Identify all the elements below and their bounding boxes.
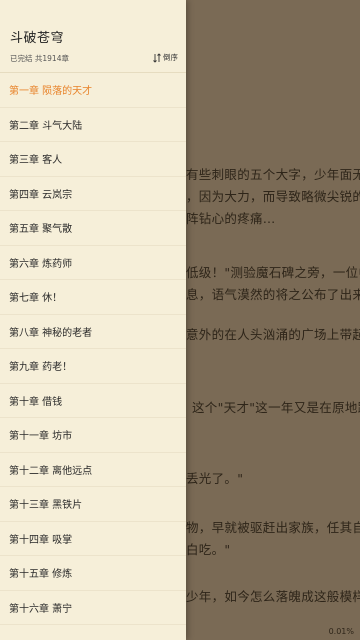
reader-line: 阵钻心的疼痛… [186,211,276,226]
reader-line: 白吃。" [186,542,231,557]
chapter-item[interactable]: 第八章 神秘的老者 [0,315,186,349]
sort-order-button[interactable]: 倒序 [153,52,178,63]
chapter-list: 第一章 陨落的天才 第二章 斗气大陆 第三章 客人 第四章 云岚宗 第五章 聚气散 第六章… [0,73,186,625]
chapter-item[interactable]: 第三章 客人 [0,142,186,177]
chapter-label: 第四章 云岚宗 [9,189,73,201]
reader-line: 少年，如今怎么落魄成这般模样了 [186,589,360,604]
chapter-item[interactable]: 第十六章 萧宁 [0,591,186,625]
sort-label: 倒序 [163,53,178,62]
chapter-item[interactable]: 第二章 斗气大陆 [0,108,186,142]
chapter-label: 第十章 借钱 [9,396,63,408]
reader-line: 这个"天才"这一年又是在原地踏 [192,400,360,415]
reader-line: 丢光了。" [186,471,244,486]
chapter-label: 第七章 休！ [9,293,63,305]
chapter-item[interactable]: 第十二章 离他远点 [0,453,186,487]
chapter-item[interactable]: 第十四章 吸掌 [0,522,186,556]
chapter-item[interactable]: 第十五章 修炼 [0,556,186,591]
chapter-label: 第五章 聚气散 [9,224,73,236]
book-meta: 已完结 共1914章 [10,54,69,63]
chapter-item[interactable]: 第九章 药老！ [0,349,186,384]
chapter-item[interactable]: 第五章 聚气散 [0,211,186,246]
chapter-label: 第十三章 黑铁片 [9,500,83,512]
chapter-label: 第八章 神秘的老者 [9,327,93,339]
reader-line: 息，语气漠然的将之公布了出来… [186,287,360,302]
reader-line: 意外的在人头汹涌的广场上带起了 [186,327,360,342]
chapter-drawer: 斗破苍穹 已完结 共1914章 倒序 第一章 陨落的天才 第二章 斗气大陆 第三章 … [0,0,186,640]
chapter-label: 第九章 药老！ [9,362,73,374]
reading-progress: 0.01% [328,627,354,636]
book-meta-row: 已完结 共1914章 倒序 [10,52,178,65]
chapter-item[interactable]: 第一章 陨落的天才 [0,73,186,108]
chapter-label: 第十一章 坊市 [9,431,73,443]
reader-line: 物，早就被驱赶出家族，任其自生 [186,520,360,535]
chapter-item[interactable]: 第十章 借钱 [0,384,186,418]
reader-line: 有些刺眼的五个大字，少年面无表 [186,167,360,182]
chapter-item[interactable]: 第六章 炼药师 [0,246,186,280]
chapter-item[interactable]: 第十一章 坊市 [0,418,186,453]
reader-line: 低级！"测验魔石碑之旁，一位中年 [186,265,360,280]
chapter-item[interactable]: 第七章 休！ [0,280,186,315]
book-title: 斗破苍穹 [10,31,65,46]
reader-line: ，因为大力，而导致略微尖锐的指 [186,189,360,204]
chapter-label: 第二章 斗气大陆 [9,120,83,132]
chapter-label: 第十四章 吸掌 [9,534,73,546]
chapter-label: 第十六章 萧宁 [9,603,73,615]
chapter-label: 第三章 客人 [9,155,63,167]
sort-icon [153,52,161,63]
chapter-item[interactable]: 第十三章 黑铁片 [0,487,186,522]
chapter-label: 第六章 炼药师 [9,258,73,270]
chapter-label: 第十二章 离他远点 [9,465,93,477]
chapter-label: 第一章 陨落的天才 [9,86,93,98]
chapter-label: 第十五章 修炼 [9,569,73,581]
chapter-item[interactable]: 第四章 云岚宗 [0,177,186,211]
